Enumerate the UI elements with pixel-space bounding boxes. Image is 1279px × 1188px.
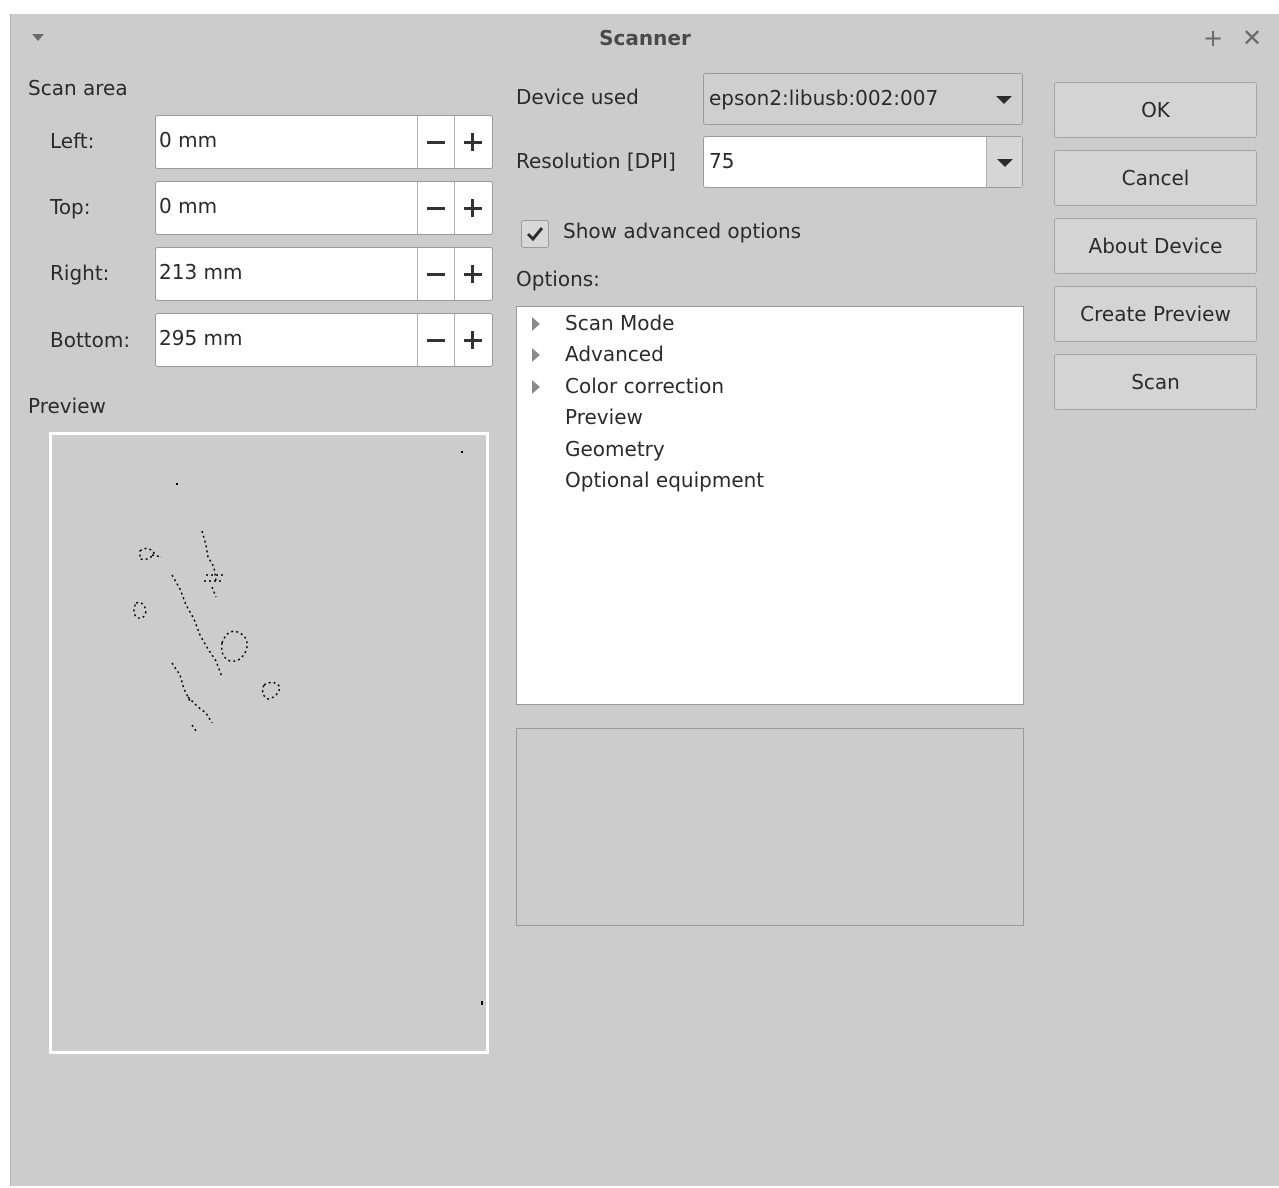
expand-icon[interactable] <box>532 317 540 331</box>
tree-item-scan-mode[interactable]: Scan Mode <box>517 309 1023 339</box>
options-label: Options: <box>516 267 600 291</box>
bottom-increment-button[interactable] <box>454 314 491 366</box>
top-spinbox[interactable]: 0 mm <box>155 181 493 235</box>
left-spinbox[interactable]: 0 mm <box>155 115 493 169</box>
title-bar: Scanner + ✕ <box>11 14 1279 62</box>
bottom-label: Bottom: <box>50 328 131 352</box>
left-increment-button[interactable] <box>454 116 491 168</box>
tree-item-geometry[interactable]: Geometry <box>517 435 1023 465</box>
scan-button[interactable]: Scan <box>1054 354 1257 410</box>
tree-item-color-correction[interactable]: Color correction <box>517 372 1023 402</box>
tree-item-advanced[interactable]: Advanced <box>517 340 1023 370</box>
show-advanced-label[interactable]: Show advanced options <box>563 219 801 243</box>
tree-item-preview[interactable]: Preview <box>517 403 1023 433</box>
checkmark-icon <box>526 227 544 242</box>
close-icon[interactable]: ✕ <box>1242 24 1262 52</box>
resolution-label: Resolution [DPI] <box>516 149 676 173</box>
resolution-value[interactable]: 75 <box>709 149 734 173</box>
window-title: Scanner <box>599 26 691 50</box>
expand-icon[interactable] <box>532 380 540 394</box>
tree-item-label: Optional equipment <box>565 468 765 492</box>
create-preview-button[interactable]: Create Preview <box>1054 286 1257 342</box>
tree-item-label: Color correction <box>565 374 725 398</box>
left-decrement-button[interactable] <box>417 116 454 168</box>
scan-area-heading: Scan area <box>28 76 128 100</box>
about-device-button[interactable]: About Device <box>1054 218 1257 274</box>
right-label: Right: <box>50 261 110 285</box>
right-increment-button[interactable] <box>454 248 491 300</box>
preview-heading: Preview <box>28 394 106 418</box>
resolution-combobox[interactable]: 75 <box>703 136 1023 188</box>
tree-item-label: Geometry <box>565 437 665 461</box>
left-value[interactable]: 0 mm <box>159 128 217 152</box>
cancel-button[interactable]: Cancel <box>1054 150 1257 206</box>
resolution-dropdown-icon[interactable] <box>986 137 1022 187</box>
tree-item-label: Advanced <box>565 342 664 366</box>
bottom-value[interactable]: 295 mm <box>159 326 243 350</box>
device-value: epson2:libusb:002:007 <box>709 86 939 110</box>
expand-icon[interactable] <box>532 348 540 362</box>
options-tree[interactable]: Scan Mode Advanced Color correction Prev… <box>516 306 1024 705</box>
tree-item-label: Preview <box>565 405 643 429</box>
pin-icon[interactable]: + <box>1203 24 1223 52</box>
top-label: Top: <box>50 195 91 219</box>
ok-button[interactable]: OK <box>1054 82 1257 138</box>
bottom-spinbox[interactable]: 295 mm <box>155 313 493 367</box>
tree-item-label: Scan Mode <box>565 311 675 335</box>
device-dropdown-icon[interactable] <box>986 74 1022 124</box>
option-details-panel <box>516 728 1024 926</box>
preview-area[interactable] <box>49 432 489 1054</box>
bottom-decrement-button[interactable] <box>417 314 454 366</box>
preview-scan-image <box>133 451 483 1005</box>
show-advanced-checkbox[interactable] <box>521 220 549 248</box>
top-value[interactable]: 0 mm <box>159 194 217 218</box>
tree-item-optional-equipment[interactable]: Optional equipment <box>517 466 1023 496</box>
right-value[interactable]: 213 mm <box>159 260 243 284</box>
device-combobox[interactable]: epson2:libusb:002:007 <box>703 73 1023 125</box>
right-spinbox[interactable]: 213 mm <box>155 247 493 301</box>
top-decrement-button[interactable] <box>417 182 454 234</box>
scanner-dialog: Scanner + ✕ Scan area Left: 0 mm Top: 0 … <box>10 14 1279 1186</box>
top-increment-button[interactable] <box>454 182 491 234</box>
device-label: Device used <box>516 85 639 109</box>
right-decrement-button[interactable] <box>417 248 454 300</box>
left-label: Left: <box>50 129 95 153</box>
